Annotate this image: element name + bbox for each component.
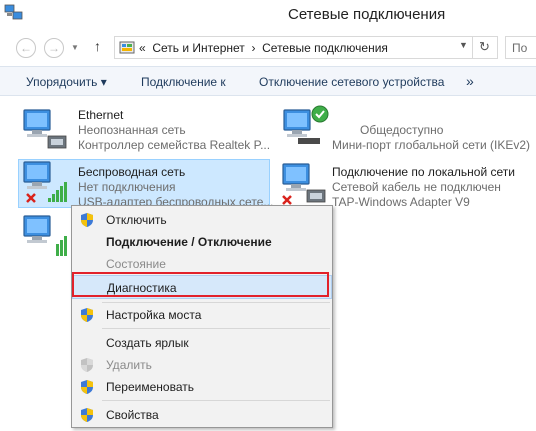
breadcrumb: « Сеть и Интернет › Сетевые подключения	[139, 41, 388, 55]
forward-button[interactable]: →	[44, 38, 64, 58]
connect-to-button[interactable]: Подключение к	[141, 75, 226, 89]
context-menu: Отключить Подключение / Отключение Состо…	[71, 205, 333, 428]
menu-separator	[102, 328, 330, 329]
menu-label-bridge: Настройка моста	[106, 308, 202, 322]
uac-shield-icon	[81, 308, 93, 322]
back-arrow-icon: ←	[20, 41, 32, 55]
menu-item-connect-disconnect[interactable]: Подключение / Отключение	[72, 231, 332, 253]
uac-shield-icon	[81, 213, 93, 227]
address-bar[interactable]: « Сеть и Интернет › Сетевые подключения …	[114, 36, 498, 59]
menu-item-disable[interactable]: Отключить	[72, 209, 332, 231]
refresh-icon[interactable]: ↻	[479, 39, 490, 55]
wan-miniport-icon[interactable]	[278, 104, 334, 152]
menu-label-disable: Отключить	[106, 213, 167, 227]
menu-label-properties: Свойства	[106, 408, 159, 422]
ethernet-status: Неопознанная сеть	[78, 123, 186, 137]
wireless-status: Нет подключения	[78, 180, 176, 194]
title-bar: Сетевые подключения	[0, 0, 536, 30]
toolbar-more-button[interactable]: »	[466, 73, 474, 89]
window-title: Сетевые подключения	[288, 6, 446, 23]
uac-shield-icon	[81, 380, 93, 394]
ethernet-device: Контроллер семейства Realtek P...	[78, 138, 271, 152]
hidden-adapter-icon[interactable]	[18, 212, 74, 260]
back-button[interactable]: ←	[16, 38, 36, 58]
organize-button[interactable]: Упорядочить ▾	[26, 75, 107, 89]
menu-label-create-shortcut: Создать ярлык	[106, 336, 189, 350]
wireless-adapter-icon[interactable]	[18, 158, 74, 206]
menu-item-rename[interactable]: Переименовать	[72, 376, 332, 398]
lan-name[interactable]: Подключение по локальной сети	[332, 165, 515, 179]
lan-status: Сетевой кабель не подключен	[332, 180, 501, 194]
ethernet-adapter-icon[interactable]	[18, 106, 74, 154]
ethernet-name[interactable]: Ethernet	[78, 108, 123, 122]
address-divider	[472, 37, 473, 58]
breadcrumb-network-connections[interactable]: Сетевые подключения	[262, 41, 388, 55]
breadcrumb-network-internet[interactable]: Сеть и Интернет	[152, 41, 244, 55]
up-arrow-icon[interactable]: ↑	[94, 38, 101, 54]
lan-device: TAP-Windows Adapter V9	[332, 195, 470, 209]
menu-label-connect-disconnect: Подключение / Отключение	[106, 235, 272, 249]
wan-status: Общедоступно	[360, 123, 444, 137]
menu-separator	[102, 400, 330, 401]
menu-label-delete: Удалить	[106, 358, 152, 372]
recent-locations-chevron-icon[interactable]: ▼	[71, 43, 79, 52]
local-area-connection-icon[interactable]	[277, 160, 333, 208]
uac-shield-icon	[81, 408, 93, 422]
search-box[interactable]: По	[505, 36, 536, 59]
search-placeholder: По	[512, 41, 528, 55]
menu-label-status: Состояние	[106, 257, 166, 271]
forward-arrow-icon: →	[48, 41, 60, 55]
wireless-name[interactable]: Беспроводная сеть	[78, 165, 185, 179]
menu-item-delete[interactable]: Удалить	[72, 354, 332, 376]
address-dropdown-icon[interactable]: ▼	[459, 40, 468, 50]
menu-item-properties[interactable]: Свойства	[72, 404, 332, 426]
network-connections-app-icon	[4, 4, 23, 20]
wan-device: Мини-порт глобальной сети (IKEv2)	[332, 138, 531, 152]
menu-label-rename: Переименовать	[106, 380, 194, 394]
breadcrumb-overflow[interactable]: «	[139, 41, 146, 55]
disable-device-button[interactable]: Отключение сетевого устройства	[259, 75, 444, 89]
menu-item-bridge[interactable]: Настройка моста	[72, 304, 332, 326]
menu-separator	[102, 302, 330, 303]
breadcrumb-separator[interactable]: ›	[251, 41, 255, 55]
diagnose-highlight-box	[72, 272, 329, 297]
menu-item-create-shortcut[interactable]: Создать ярлык	[72, 332, 332, 354]
uac-shield-icon	[81, 358, 93, 372]
control-panel-icon	[119, 41, 135, 54]
